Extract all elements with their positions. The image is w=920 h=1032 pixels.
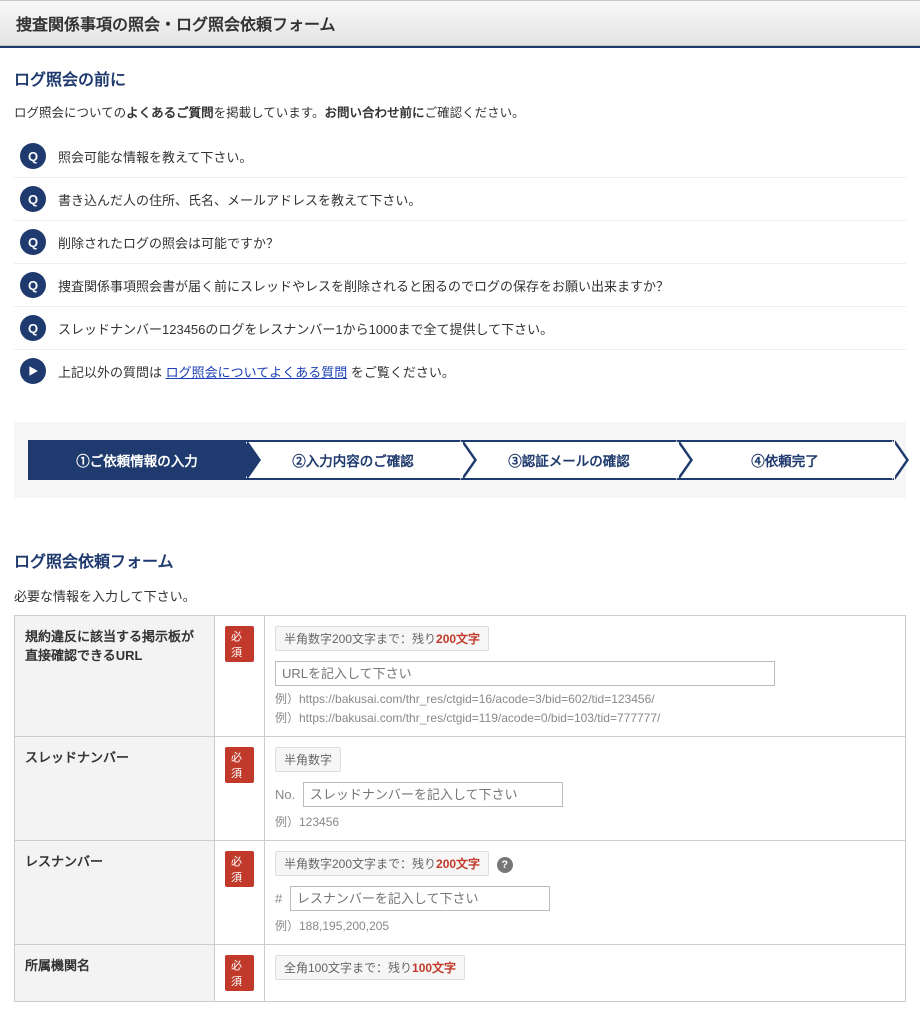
help-icon[interactable]: ? xyxy=(497,857,513,873)
more-suffix: をご覧ください。 xyxy=(347,365,455,380)
step-label: ②入力内容のご確認 xyxy=(292,450,414,470)
hint-url: 半角数字200文字まで：残り200文字 xyxy=(275,626,489,651)
divider xyxy=(0,46,920,48)
faq-text: スレッドナンバー123456のログをレスナンバー1から1000まで全て提供して下… xyxy=(58,319,553,338)
q-icon: Q xyxy=(20,315,46,341)
row-org: 所属機関名 必須 全角100文字まで：残り100文字 xyxy=(15,945,906,1002)
res-prefix: # xyxy=(275,891,282,906)
required-badge: 必須 xyxy=(225,747,254,783)
url-input[interactable] xyxy=(275,661,775,686)
res-input[interactable] xyxy=(290,886,550,911)
step-3: ③認証メールの確認 xyxy=(460,440,678,480)
step-4: ④依頼完了 xyxy=(676,440,894,480)
faq-more-text: 上記以外の質問は ログ照会についてよくある質問 をご覧ください。 xyxy=(58,362,455,381)
example-thread: 例）123456 xyxy=(275,813,895,830)
faq-item[interactable]: Q 削除されたログの照会は可能ですか？ xyxy=(14,220,906,263)
step-2: ②入力内容のご確認 xyxy=(244,440,462,480)
hint-res: 半角数字200文字まで：残り200文字 xyxy=(275,851,489,876)
intro-mid: を掲載しています。 xyxy=(214,106,325,120)
q-icon: Q xyxy=(20,272,46,298)
required-badge: 必須 xyxy=(225,851,254,887)
step-label: ④依頼完了 xyxy=(751,450,819,470)
step-label: ①ご依頼情報の入力 xyxy=(76,450,198,470)
faq-more: 上記以外の質問は ログ照会についてよくある質問 をご覧ください。 xyxy=(14,349,906,392)
intro-bold1: よくあるご質問 xyxy=(126,106,214,120)
row-res: レスナンバー 必須 半角数字200文字まで：残り200文字 ? # 例）188,… xyxy=(15,841,906,945)
required-cell: 必須 xyxy=(215,841,265,945)
required-cell: 必須 xyxy=(215,616,265,737)
row-thread: スレッドナンバー 必須 半角数字 No. 例）123456 xyxy=(15,737,906,841)
intro-bold2: お問い合わせ前に xyxy=(325,106,425,120)
faq-text: 削除されたログの照会は可能ですか？ xyxy=(58,233,279,252)
step-label: ③認証メールの確認 xyxy=(508,450,630,470)
thread-input[interactable] xyxy=(303,782,563,807)
steps-nav: ①ご依頼情報の入力 ②入力内容のご確認 ③認証メールの確認 ④依頼完了 xyxy=(28,440,892,480)
form-instruction: 必要な情報を入力して下さい。 xyxy=(14,586,906,605)
required-cell: 必須 xyxy=(215,737,265,841)
play-icon xyxy=(20,358,46,384)
example-url2: 例）https://bakusai.com/thr_res/ctgid=119/… xyxy=(275,709,895,726)
form-heading: ログ照会依頼フォーム xyxy=(14,548,906,572)
q-icon: Q xyxy=(20,229,46,255)
faq-item[interactable]: Q スレッドナンバー123456のログをレスナンバー1から1000まで全て提供し… xyxy=(14,306,906,349)
q-icon: Q xyxy=(20,143,46,169)
faq-item[interactable]: Q 照会可能な情報を教えて下さい。 xyxy=(14,135,906,177)
q-icon: Q xyxy=(20,186,46,212)
label-thread: スレッドナンバー xyxy=(15,737,215,841)
example-url1: 例）https://bakusai.com/thr_res/ctgid=16/a… xyxy=(275,690,895,707)
required-badge: 必須 xyxy=(225,955,254,991)
label-org: 所属機関名 xyxy=(15,945,215,1002)
faq-text: 照会可能な情報を教えて下さい。 xyxy=(58,147,252,166)
faq-list: Q 照会可能な情報を教えて下さい。 Q 書き込んだ人の住所、氏名、メールアドレス… xyxy=(14,135,906,392)
hint-org: 全角100文字まで：残り100文字 xyxy=(275,955,465,980)
required-badge: 必須 xyxy=(225,626,254,662)
field-cell-url: 半角数字200文字まで：残り200文字 例）https://bakusai.co… xyxy=(265,616,906,737)
faq-more-link[interactable]: ログ照会についてよくある質問 xyxy=(166,365,348,380)
field-cell-thread: 半角数字 No. 例）123456 xyxy=(265,737,906,841)
hint-thread: 半角数字 xyxy=(275,747,341,772)
field-cell-org: 全角100文字まで：残り100文字 xyxy=(265,945,906,1002)
faq-item[interactable]: Q 書き込んだ人の住所、氏名、メールアドレスを教えて下さい。 xyxy=(14,177,906,220)
faq-text: 書き込んだ人の住所、氏名、メールアドレスを教えて下さい。 xyxy=(58,190,421,209)
required-cell: 必須 xyxy=(215,945,265,1002)
intro-prefix: ログ照会についての xyxy=(14,106,126,120)
field-cell-res: 半角数字200文字まで：残り200文字 ? # 例）188,195,200,20… xyxy=(265,841,906,945)
more-prefix: 上記以外の質問は xyxy=(58,365,166,380)
steps-container: ①ご依頼情報の入力 ②入力内容のご確認 ③認証メールの確認 ④依頼完了 xyxy=(14,422,906,498)
row-url: 規約違反に該当する掲示板が直接確認できるURL 必須 半角数字200文字まで：残… xyxy=(15,616,906,737)
form-table: 規約違反に該当する掲示板が直接確認できるURL 必須 半角数字200文字まで：残… xyxy=(14,615,906,1002)
example-res: 例）188,195,200,205 xyxy=(275,917,895,934)
step-1: ①ご依頼情報の入力 xyxy=(28,440,246,480)
faq-text: 捜査関係事項照会書が届く前にスレッドやレスを削除されると困るのでログの保存をお願… xyxy=(58,276,669,295)
label-res: レスナンバー xyxy=(15,841,215,945)
thread-prefix: No. xyxy=(275,787,295,802)
faq-item[interactable]: Q 捜査関係事項照会書が届く前にスレッドやレスを削除されると困るのでログの保存を… xyxy=(14,263,906,306)
page-title: 捜査関係事項の照会・ログ照会依頼フォーム xyxy=(0,0,920,46)
intro-suffix: ご確認ください。 xyxy=(425,106,525,120)
label-url: 規約違反に該当する掲示板が直接確認できるURL xyxy=(15,616,215,737)
before-heading: ログ照会の前に xyxy=(14,66,906,90)
intro-text: ログ照会についてのよくあるご質問を掲載しています。お問い合わせ前にご確認ください… xyxy=(14,102,906,121)
